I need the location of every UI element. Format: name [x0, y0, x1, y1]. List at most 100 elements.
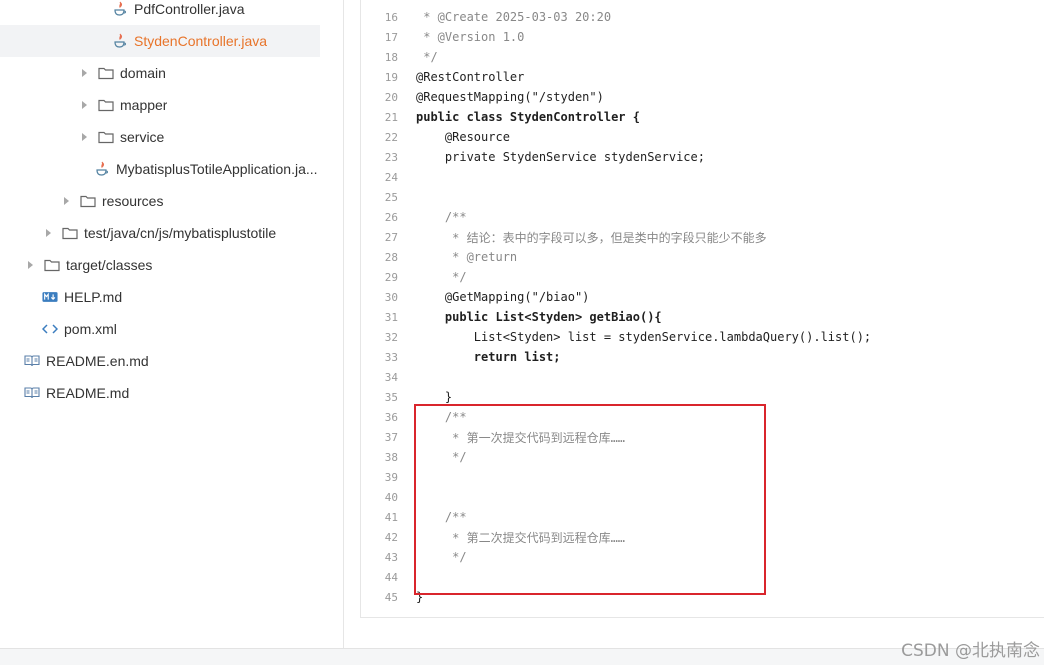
tree-item-label: domain — [120, 65, 166, 81]
tree-item-label: mapper — [120, 97, 168, 113]
tree-item-test-java[interactable]: test/java/cn/js/mybatisplustotile — [0, 217, 320, 249]
tree-item-resources[interactable]: resources — [0, 185, 320, 217]
line-number: 42 — [384, 530, 398, 544]
tree-item-pom-xml[interactable]: pom.xml — [0, 313, 320, 345]
line-number: 20 — [384, 90, 398, 104]
code-line-text: @Resource — [416, 130, 510, 144]
code-line-text: public List<Styden> getBiao(){ — [416, 310, 662, 324]
chevron-right-icon[interactable] — [78, 99, 90, 111]
line-number: 29 — [384, 270, 398, 284]
markdown-icon — [42, 289, 58, 305]
chevron-right-icon[interactable] — [60, 195, 72, 207]
line-number: 31 — [384, 310, 398, 324]
folder-icon — [98, 97, 114, 113]
line-number: 21 — [384, 110, 398, 124]
code-line-text: @GetMapping("/biao") — [416, 290, 590, 304]
tree-item-label: README.en.md — [46, 353, 149, 369]
code-line-text: * @return — [416, 250, 518, 264]
tree-item-readme-en[interactable]: README.en.md — [0, 345, 320, 377]
code-line-text: */ — [416, 270, 467, 284]
tree-item-label: resources — [102, 193, 164, 209]
line-number: 17 — [384, 30, 398, 44]
folder-icon — [98, 65, 114, 81]
code-line-text: /** — [416, 510, 467, 524]
line-number: 25 — [384, 190, 398, 204]
line-number: 28 — [384, 250, 398, 264]
tree-item-mapper[interactable]: mapper — [0, 89, 320, 121]
code-line-text: } — [416, 590, 424, 604]
line-number: 44 — [384, 570, 398, 584]
file-tree: PdfController.java StydenController.java… — [0, 0, 344, 648]
tree-item-application[interactable]: MybatisplusTotileApplication.ja... — [0, 153, 320, 185]
folder-icon — [98, 129, 114, 145]
tree-item-label: HELP.md — [64, 289, 123, 305]
line-number: 43 — [384, 550, 398, 564]
line-number: 37 — [384, 430, 398, 444]
code-line-text: List<Styden> list = stydenService.lambda… — [416, 330, 872, 344]
line-number: 23 — [384, 150, 398, 164]
folder-icon — [44, 257, 60, 273]
tree-item-stydencontroller[interactable]: StydenController.java — [0, 25, 320, 57]
line-number: 38 — [384, 450, 398, 464]
folder-icon — [62, 225, 78, 241]
line-number: 27 — [384, 230, 398, 244]
tree-item-service[interactable]: service — [0, 121, 320, 153]
tree-item-label: pom.xml — [64, 321, 117, 337]
tree-item-label: service — [120, 129, 165, 145]
line-number: 18 — [384, 50, 398, 64]
chevron-right-icon[interactable] — [24, 259, 36, 271]
line-number: 41 — [384, 510, 398, 524]
tree-item-label: MybatisplusTotileApplication.ja... — [116, 161, 318, 177]
code-viewer[interactable]: 16 * @Create 2025-03-03 20:20 17 * @Vers… — [360, 0, 1044, 618]
code-line-text: */ — [416, 450, 467, 464]
tree-item-label: PdfController.java — [134, 1, 245, 17]
line-number: 26 — [384, 210, 398, 224]
horizontal-scrollbar[interactable] — [0, 648, 1044, 665]
code-line-text: /** — [416, 210, 467, 224]
readme-icon — [24, 353, 40, 369]
code-line-text: @RestController — [416, 70, 525, 84]
java-icon — [112, 33, 128, 49]
code-line-text: return list; — [416, 350, 561, 364]
code-line-text: * 结论：表中的字段可以多，但是类中的字段只能少不能多 — [416, 230, 767, 245]
code-line-text: } — [416, 390, 453, 404]
tree-item-label: test/java/cn/js/mybatisplustotile — [84, 225, 277, 241]
readme-icon — [24, 385, 40, 401]
tree-item-label: README.md — [46, 385, 130, 401]
code-line-text: */ — [416, 550, 467, 564]
line-number: 32 — [384, 330, 398, 344]
tree-item-pdfcontroller[interactable]: PdfController.java — [0, 0, 320, 25]
tree-item-readme[interactable]: README.md — [0, 377, 320, 409]
line-number: 33 — [384, 350, 398, 364]
code-line-text: private StydenService stydenService; — [416, 150, 705, 164]
tree-item-target-classes[interactable]: target/classes — [0, 249, 320, 281]
tree-item-label: target/classes — [66, 257, 153, 273]
code-line-text: * @Create 2025-03-03 20:20 — [416, 10, 612, 24]
code-line-text: @RequestMapping("/styden") — [416, 90, 604, 104]
chevron-right-icon[interactable] — [78, 131, 90, 143]
tree-item-label: StydenController.java — [134, 33, 268, 49]
line-number: 36 — [384, 410, 398, 424]
folder-icon — [80, 193, 96, 209]
tree-item-help-md[interactable]: HELP.md — [0, 281, 320, 313]
code-line-text: public class StydenController { — [416, 110, 640, 124]
chevron-right-icon[interactable] — [42, 227, 54, 239]
code-line-text: * 第二次提交代码到远程仓库…… — [416, 530, 626, 545]
java-icon — [94, 161, 110, 177]
code-line-text: * 第一次提交代码到远程仓库…… — [416, 430, 626, 445]
line-number: 40 — [384, 490, 398, 504]
chevron-right-icon[interactable] — [78, 67, 90, 79]
tree-item-domain[interactable]: domain — [0, 57, 320, 89]
line-number: 16 — [384, 10, 398, 24]
code-line-text: */ — [416, 50, 438, 64]
code-icon — [42, 321, 58, 337]
line-number: 30 — [384, 290, 398, 304]
code-line-text: * @Version 1.0 — [416, 30, 525, 44]
line-number: 45 — [384, 590, 398, 604]
line-number: 39 — [384, 470, 398, 484]
line-number: 19 — [384, 70, 398, 84]
line-number: 22 — [384, 130, 398, 144]
line-number: 34 — [384, 370, 398, 384]
java-icon — [112, 1, 128, 17]
line-number: 24 — [384, 170, 398, 184]
